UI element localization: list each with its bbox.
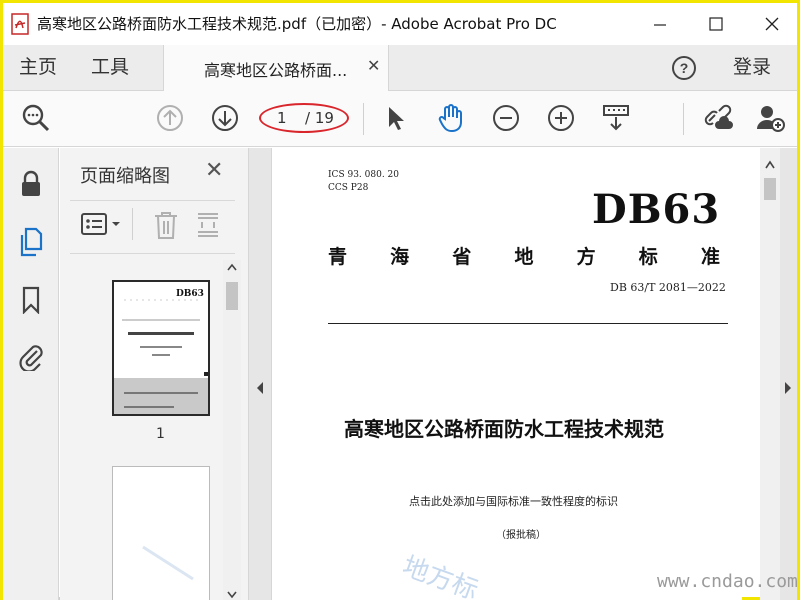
page-thumbnails-icon[interactable] [15, 226, 47, 258]
document-title: 高寒地区公路桥面防水工程技术规范 [344, 417, 664, 441]
select-cursor-icon[interactable] [379, 101, 413, 135]
rotate-page-icon[interactable] [194, 210, 222, 244]
document-watermark: 地方标 [398, 551, 482, 600]
login-button[interactable]: 登录 [733, 45, 771, 91]
close-window-button[interactable] [749, 3, 795, 45]
category-char: 青 [328, 246, 348, 268]
page-thumbnails-panel: 页面缩略图 ✕ DB63 1 [60, 148, 248, 600]
help-icon[interactable]: ? [671, 55, 697, 85]
panel-title: 页面缩略图 [80, 166, 170, 187]
category-char: 标 [638, 246, 658, 268]
panel-divider [70, 200, 235, 201]
svg-text:?: ? [680, 60, 689, 76]
standard-category-title: 青 海 省 地 方 标 准 [328, 242, 720, 269]
category-char: 海 [390, 246, 410, 268]
delete-page-icon[interactable] [152, 210, 180, 244]
tab-document[interactable]: 高寒地区公路桥面... ✕ [163, 45, 389, 91]
attachment-icon[interactable] [15, 340, 47, 372]
current-page-number[interactable]: 1 [277, 109, 287, 127]
svg-text:DB63: DB63 [176, 289, 204, 299]
toolbar-divider [683, 103, 684, 135]
standard-number: DB 63/T 2081—2022 [610, 281, 726, 294]
header-rule [328, 323, 728, 324]
previous-page-icon[interactable] [153, 101, 187, 135]
tab-home[interactable]: 主页 [19, 45, 57, 91]
site-watermark: www.cndao.com [657, 571, 798, 592]
page-thumbnail-2[interactable] [112, 466, 210, 600]
toolbar-divider [363, 103, 364, 135]
thumbnail-options-icon[interactable] [80, 210, 126, 242]
zoom-in-icon[interactable] [544, 101, 578, 135]
category-char: 省 [452, 246, 472, 268]
close-panel-icon[interactable]: ✕ [205, 158, 223, 183]
zoom-search-icon[interactable] [19, 101, 53, 135]
next-page-icon[interactable] [208, 101, 242, 135]
ics-code: ICS 93. 080. 20 [328, 170, 399, 180]
close-tab-icon[interactable]: ✕ [367, 56, 380, 75]
standard-code: DB63 [592, 186, 721, 233]
share-link-icon[interactable] [701, 101, 735, 135]
category-char: 地 [514, 246, 534, 268]
maximize-button[interactable] [693, 3, 739, 45]
navigation-rail [3, 148, 59, 600]
bookmark-icon[interactable] [15, 284, 47, 316]
tab-document-label: 高寒地区公路桥面... [204, 61, 348, 80]
panel-divider [70, 253, 235, 254]
category-char: 准 [700, 246, 720, 268]
document-page: ICS 93. 080. 20 CCS P28 DB63 青 海 省 地 方 标… [272, 148, 742, 600]
title-bar: 高寒地区公路桥面防水工程技术规范.pdf（已加密）- Adobe Acrobat… [3, 3, 797, 45]
category-char: 方 [576, 246, 596, 268]
nav-bar: 主页 工具 高寒地区公路桥面... ✕ ? 登录 [3, 45, 797, 91]
scroll-mode-icon[interactable] [599, 101, 633, 135]
add-user-icon[interactable] [753, 101, 787, 135]
total-pages: / 19 [305, 109, 334, 127]
tab-tools[interactable]: 工具 [91, 45, 129, 91]
document-scrollbar[interactable] [760, 148, 780, 600]
right-panel-handle[interactable] [780, 148, 797, 600]
hand-tool-icon[interactable] [434, 101, 468, 135]
draft-label: （报批稿） [496, 530, 546, 541]
consistency-note[interactable]: 点击此处添加与国际标准一致性程度的标识 [409, 493, 618, 509]
zoom-out-icon[interactable] [489, 101, 523, 135]
page-number-indicator[interactable]: 1 / 19 [259, 103, 349, 133]
window-title: 高寒地区公路桥面防水工程技术规范.pdf（已加密）- Adobe Acrobat… [37, 15, 557, 33]
panel-divider [132, 208, 133, 240]
ccs-code: CCS P28 [328, 183, 369, 193]
thumbnails-scrollbar[interactable] [223, 260, 241, 600]
lock-icon[interactable] [15, 168, 47, 200]
panel-collapse-handle[interactable] [248, 148, 272, 600]
acrobat-app-icon[interactable] [11, 13, 31, 35]
toolbar: 1 / 19 [3, 91, 797, 147]
minimize-button[interactable] [637, 3, 683, 45]
thumbnail-page-number: 1 [156, 426, 165, 442]
page-thumbnail-1[interactable]: DB63 [112, 280, 210, 416]
